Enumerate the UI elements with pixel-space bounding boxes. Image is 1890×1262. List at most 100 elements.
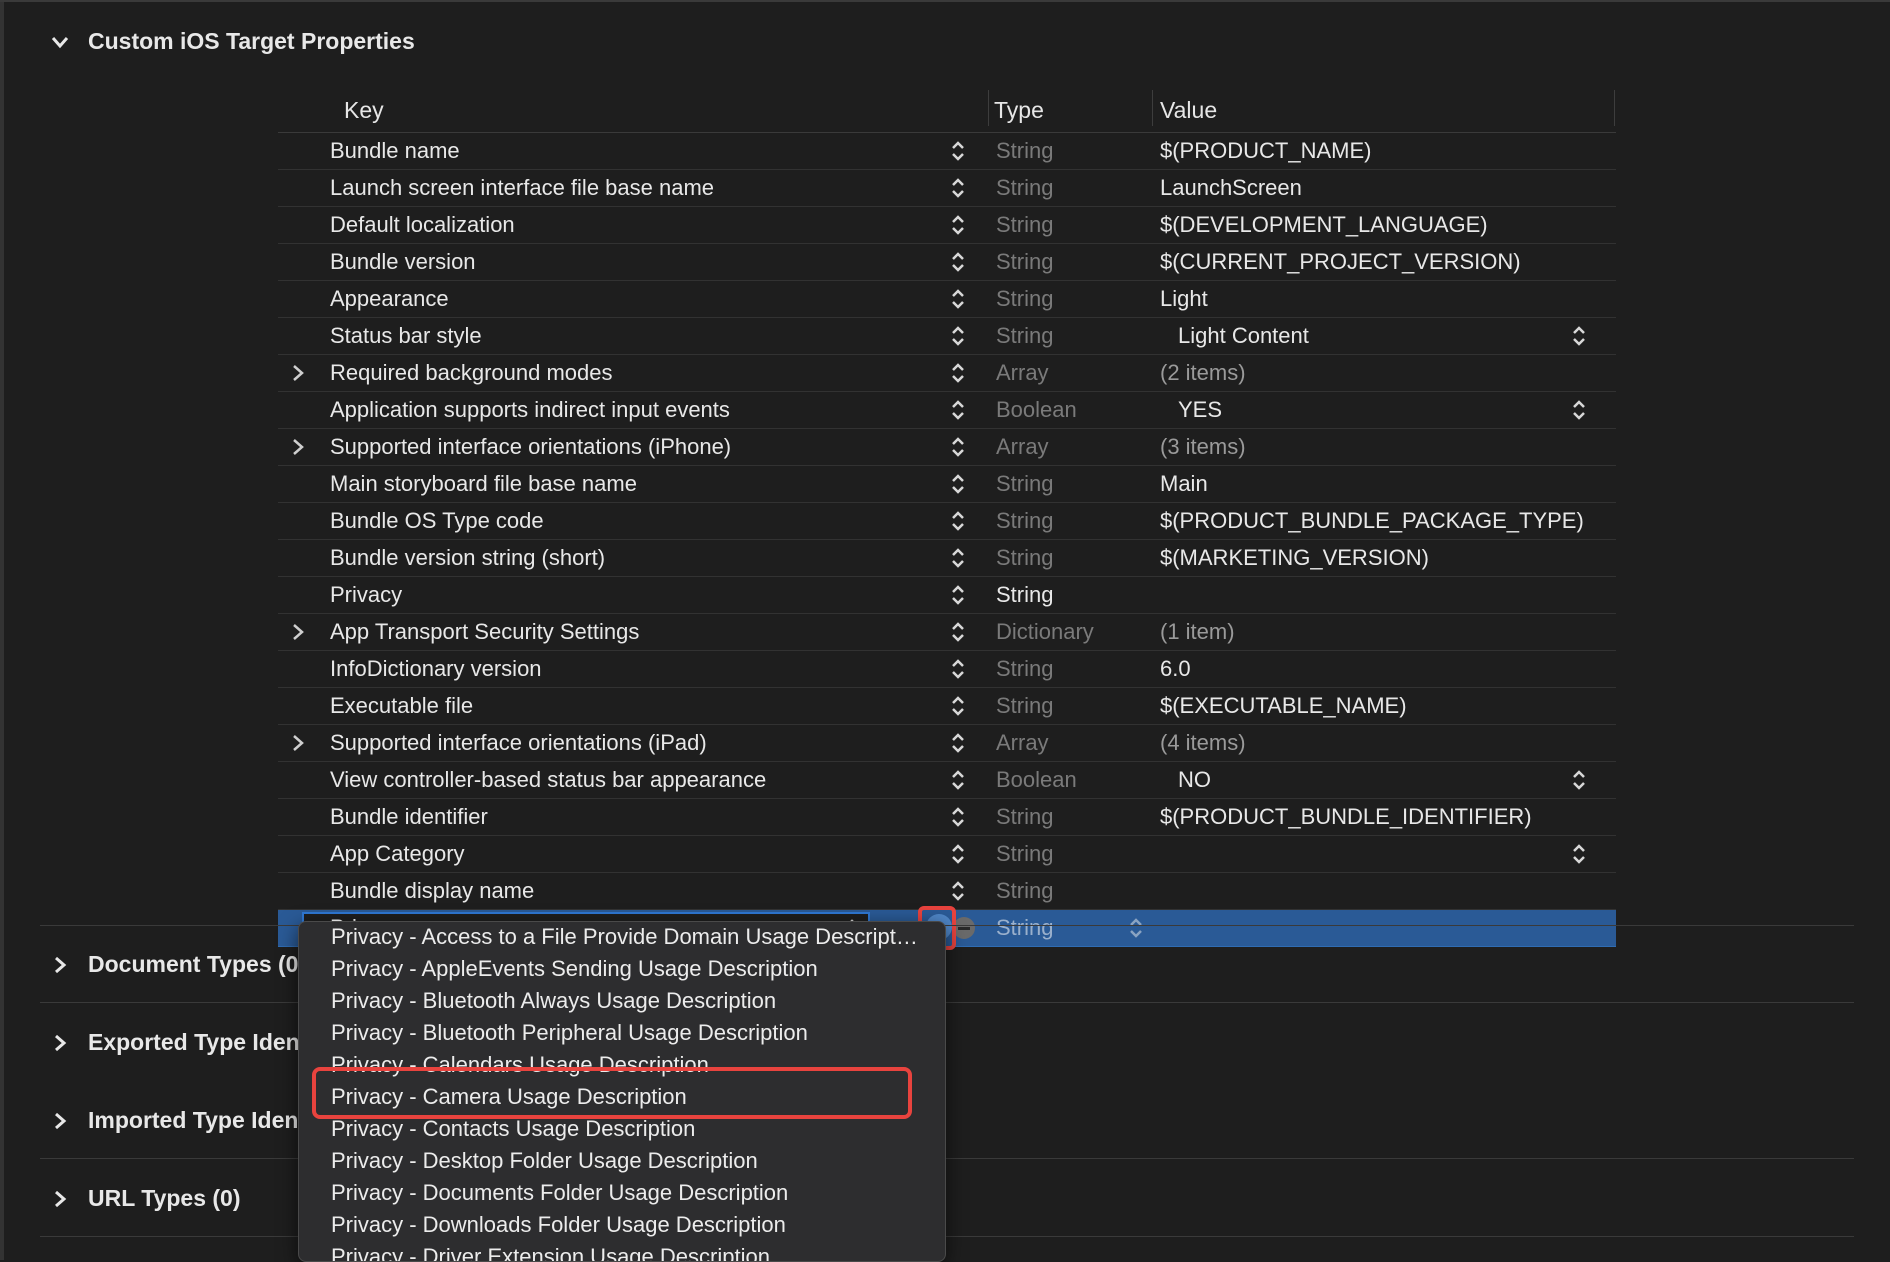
- row-key[interactable]: Appearance: [330, 281, 449, 317]
- table-row[interactable]: Bundle version string (short) String $(MAR…: [278, 540, 1616, 577]
- chevron-right-icon[interactable]: [288, 363, 308, 383]
- table-row[interactable]: Bundle name String $(PRODUCT_NAME): [278, 133, 1616, 170]
- dropdown-item[interactable]: Privacy - Contacts Usage Description: [331, 1116, 921, 1142]
- row-key[interactable]: Privacy: [330, 577, 402, 613]
- chevron-right-icon[interactable]: [50, 1111, 70, 1131]
- row-type[interactable]: String: [996, 503, 1053, 539]
- up-down-chevron-icon[interactable]: [950, 213, 966, 237]
- table-row[interactable]: View controller-based status bar appeara…: [278, 762, 1616, 799]
- table-row[interactable]: Bundle display name String: [278, 873, 1616, 910]
- row-type[interactable]: String: [996, 170, 1053, 206]
- up-down-chevron-icon[interactable]: [950, 509, 966, 533]
- column-header-value[interactable]: Value: [1160, 88, 1217, 132]
- table-row[interactable]: Appearance String Light: [278, 281, 1616, 318]
- column-separator[interactable]: [1614, 90, 1615, 126]
- row-key[interactable]: Bundle identifier: [330, 799, 488, 835]
- row-key[interactable]: View controller-based status bar appeara…: [330, 762, 766, 798]
- dropdown-item[interactable]: Privacy - AppleEvents Sending Usage Desc…: [331, 956, 921, 982]
- dropdown-item[interactable]: Privacy - Driver Extension Usage Descrip…: [331, 1244, 921, 1261]
- column-separator[interactable]: [988, 90, 989, 126]
- table-row[interactable]: App Transport Security Settings Dictionar…: [278, 614, 1616, 651]
- up-down-chevron-icon[interactable]: [950, 842, 966, 866]
- row-type[interactable]: String: [996, 873, 1053, 909]
- table-row[interactable]: Supported interface orientations (iPhone…: [278, 429, 1616, 466]
- table-row[interactable]: InfoDictionary version String 6.0: [278, 651, 1616, 688]
- popup-chevron-icon[interactable]: [1571, 324, 1587, 348]
- row-value[interactable]: Light: [1160, 281, 1208, 317]
- section-custom-ios-target-properties[interactable]: Custom iOS Target Properties: [50, 28, 415, 55]
- row-value[interactable]: $(PRODUCT_BUNDLE_IDENTIFIER): [1160, 799, 1532, 835]
- row-type[interactable]: String: [996, 318, 1053, 354]
- dropdown-item[interactable]: Privacy - Documents Folder Usage Descrip…: [331, 1180, 921, 1206]
- table-row[interactable]: Main storyboard file base name String Main: [278, 466, 1616, 503]
- row-type[interactable]: String: [996, 281, 1053, 317]
- up-down-chevron-icon[interactable]: [950, 324, 966, 348]
- row-value[interactable]: YES: [1178, 392, 1222, 428]
- dropdown-item[interactable]: Privacy - Desktop Folder Usage Descripti…: [331, 1148, 921, 1174]
- row-type[interactable]: Boolean: [996, 762, 1077, 798]
- row-value[interactable]: NO: [1178, 762, 1211, 798]
- popup-chevron-icon[interactable]: [1571, 398, 1587, 422]
- row-type[interactable]: String: [996, 466, 1053, 502]
- table-row[interactable]: Bundle version String $(CURRENT_PROJECT_VE…: [278, 244, 1616, 281]
- table-row[interactable]: Default localization String $(DEVELOPMENT_…: [278, 207, 1616, 244]
- dropdown-item[interactable]: Privacy - Access to a File Provide Domai…: [331, 924, 921, 950]
- row-value[interactable]: $(EXECUTABLE_NAME): [1160, 688, 1407, 724]
- row-key[interactable]: Required background modes: [330, 355, 613, 391]
- row-value[interactable]: $(PRODUCT_BUNDLE_PACKAGE_TYPE): [1160, 503, 1584, 539]
- up-down-chevron-icon[interactable]: [950, 176, 966, 200]
- remove-row-button[interactable]: [953, 917, 975, 939]
- row-key[interactable]: Bundle version: [330, 244, 476, 280]
- up-down-chevron-icon[interactable]: [950, 139, 966, 163]
- section-url-types[interactable]: URL Types (0): [50, 1185, 241, 1212]
- up-down-chevron-icon[interactable]: [950, 361, 966, 385]
- column-separator[interactable]: [1152, 90, 1153, 126]
- up-down-chevron-icon[interactable]: [950, 472, 966, 496]
- row-type[interactable]: String: [996, 207, 1053, 243]
- up-down-chevron-icon[interactable]: [950, 620, 966, 644]
- chevron-right-icon[interactable]: [288, 733, 308, 753]
- up-down-chevron-icon[interactable]: [950, 398, 966, 422]
- row-type[interactable]: String: [996, 836, 1053, 872]
- section-document-types[interactable]: Document Types (0): [50, 951, 306, 978]
- row-value[interactable]: (3 items): [1160, 429, 1246, 465]
- row-key[interactable]: Bundle OS Type code: [330, 503, 544, 539]
- row-key[interactable]: InfoDictionary version: [330, 651, 542, 687]
- row-key[interactable]: Launch screen interface file base name: [330, 170, 714, 206]
- type-popup-chevron-icon[interactable]: [1128, 916, 1144, 940]
- up-down-chevron-icon[interactable]: [950, 250, 966, 274]
- up-down-chevron-icon[interactable]: [950, 583, 966, 607]
- row-key[interactable]: Main storyboard file base name: [330, 466, 637, 502]
- row-type[interactable]: String: [996, 688, 1053, 724]
- table-row[interactable]: Supported interface orientations (iPad) A…: [278, 725, 1616, 762]
- row-type[interactable]: Boolean: [996, 392, 1077, 428]
- row-value[interactable]: $(PRODUCT_NAME): [1160, 133, 1371, 169]
- table-row[interactable]: Application supports indirect input even…: [278, 392, 1616, 429]
- row-type[interactable]: Array: [996, 355, 1049, 391]
- row-type[interactable]: Array: [996, 429, 1049, 465]
- table-row[interactable]: Executable file String $(EXECUTABLE_NAME): [278, 688, 1616, 725]
- dropdown-item[interactable]: Privacy - Downloads Folder Usage Descrip…: [331, 1212, 921, 1238]
- up-down-chevron-icon[interactable]: [950, 546, 966, 570]
- row-key[interactable]: App Category: [330, 836, 465, 872]
- row-key[interactable]: Bundle display name: [330, 873, 534, 909]
- row-key[interactable]: Executable file: [330, 688, 473, 724]
- chevron-right-icon[interactable]: [288, 437, 308, 457]
- row-key[interactable]: Status bar style: [330, 318, 482, 354]
- row-key[interactable]: Application supports indirect input even…: [330, 392, 730, 428]
- table-row[interactable]: Required background modes Array (2 items): [278, 355, 1616, 392]
- up-down-chevron-icon[interactable]: [950, 657, 966, 681]
- column-header-type[interactable]: Type: [994, 88, 1044, 132]
- column-header-key[interactable]: Key: [344, 88, 384, 132]
- row-value[interactable]: $(DEVELOPMENT_LANGUAGE): [1160, 207, 1488, 243]
- up-down-chevron-icon[interactable]: [950, 768, 966, 792]
- row-key[interactable]: Supported interface orientations (iPhone…: [330, 429, 731, 465]
- row-type[interactable]: String: [996, 133, 1053, 169]
- row-value[interactable]: (2 items): [1160, 355, 1246, 391]
- row-type[interactable]: String: [996, 651, 1053, 687]
- row-type[interactable]: String: [996, 910, 1053, 946]
- table-row[interactable]: Launch screen interface file base name St…: [278, 170, 1616, 207]
- row-type[interactable]: String: [996, 540, 1053, 576]
- up-down-chevron-icon[interactable]: [950, 805, 966, 829]
- table-row[interactable]: Privacy String: [278, 577, 1616, 614]
